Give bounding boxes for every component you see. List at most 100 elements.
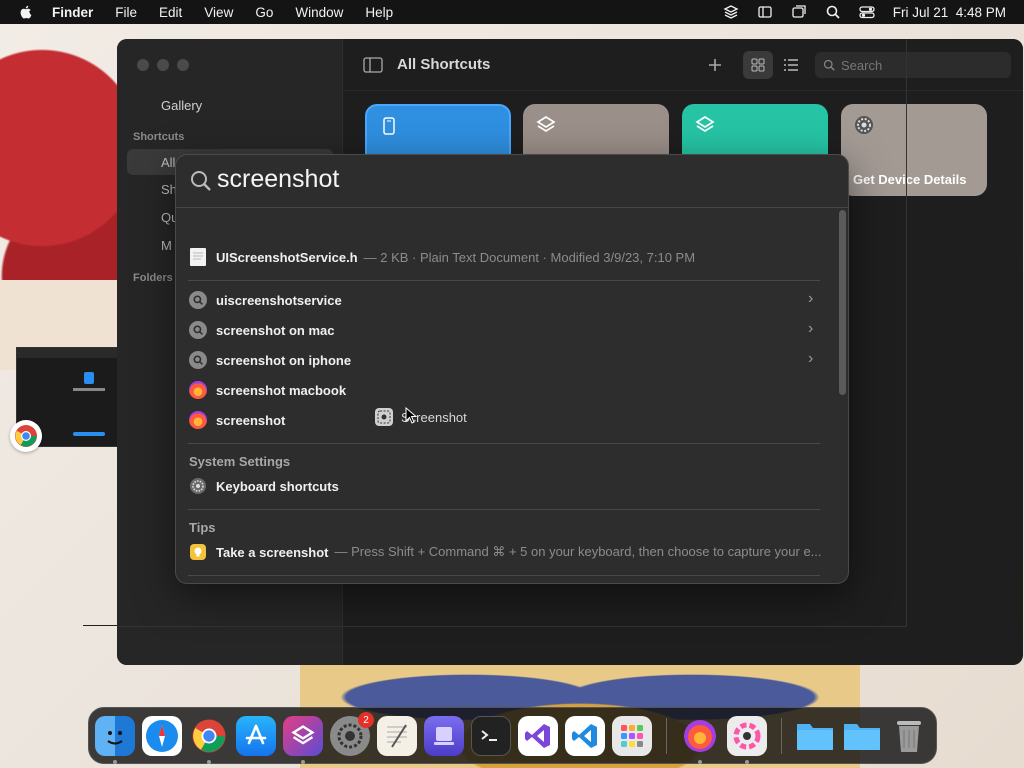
suggestion-text: screenshot on iphone: [216, 352, 352, 368]
running-indicator: [301, 760, 305, 764]
running-indicator: [698, 760, 702, 764]
shortcuts-icon: [695, 115, 715, 133]
system-setting-label: Keyboard shortcuts: [216, 478, 339, 494]
finder-icon[interactable]: [95, 716, 135, 756]
suggestion-text: screenshot on mac: [216, 322, 335, 338]
running-indicator: [745, 760, 749, 764]
grid-view-icon[interactable]: [746, 53, 770, 77]
search-icon[interactable]: [825, 4, 841, 20]
sidebar-toggle-icon[interactable]: [361, 53, 385, 77]
search-suggestion-icon: [189, 291, 207, 309]
vscode-icon[interactable]: [565, 716, 605, 756]
thumbnail-text: [73, 388, 105, 391]
dragged-item[interactable]: Screenshot: [375, 408, 467, 426]
cursor-icon: [405, 407, 417, 424]
menu-file[interactable]: File: [115, 5, 137, 20]
shortcut-card[interactable]: Get Device Details: [841, 104, 987, 196]
search-suggestion-icon: [189, 321, 207, 339]
terminal-icon[interactable]: [471, 716, 511, 756]
result-file-name: UIScreenshotService.h: [216, 249, 358, 265]
menu-app-name[interactable]: Finder: [52, 5, 93, 20]
dock-separator: [781, 718, 782, 754]
result-file[interactable]: UIScreenshotService.h — 2 KB · Plain Tex…: [188, 245, 695, 269]
divider: [83, 625, 117, 626]
scrollbar[interactable]: [839, 210, 846, 395]
launchpad-icon[interactable]: [612, 716, 652, 756]
chevron-right-icon[interactable]: ›: [808, 350, 813, 368]
spotlight-query[interactable]: screenshot: [217, 165, 339, 194]
chevron-right-icon[interactable]: ›: [808, 320, 813, 338]
section-tips: Tips: [189, 520, 216, 535]
suggestion-row[interactable]: screenshot: [188, 408, 285, 432]
suggestion-row[interactable]: uiscreenshotservice: [188, 288, 342, 312]
result-tip[interactable]: Take a screenshot — Press Shift + Comman…: [188, 540, 822, 564]
phone-icon: [383, 117, 395, 135]
spotlight-panel: screenshot UIScreenshotService.h — 2 KB …: [175, 154, 849, 584]
close-button[interactable]: [137, 59, 149, 71]
safari-icon[interactable]: [142, 716, 182, 756]
chrome-icon[interactable]: [10, 420, 42, 452]
window-controls: [137, 59, 189, 71]
list-view-icon[interactable]: [779, 53, 803, 77]
trash-icon[interactable]: [889, 716, 929, 756]
thumbnail-button: [73, 432, 105, 436]
add-icon[interactable]: [703, 53, 727, 77]
app-store-icon[interactable]: [236, 716, 276, 756]
gear-icon: [855, 116, 873, 134]
menu-bar: Finder File Edit View Go Window Help Fri…: [0, 0, 1024, 24]
firefox-icon[interactable]: [680, 716, 720, 756]
folder-icon[interactable]: [795, 716, 835, 756]
suggestion-row[interactable]: screenshot on mac: [188, 318, 335, 342]
zoom-button[interactable]: [177, 59, 189, 71]
search-icon: [823, 59, 835, 71]
suggestion-row[interactable]: screenshot on iphone: [188, 348, 351, 372]
running-indicator: [207, 760, 211, 764]
dock: [88, 707, 937, 764]
tip-detail: — Press Shift + Command ⌘ + 5 on your ke…: [334, 544, 822, 559]
suggestion-text: screenshot: [216, 412, 286, 428]
gear-icon: [188, 476, 208, 496]
thumbnail-titlebar: [17, 348, 117, 358]
chrome-icon[interactable]: [189, 716, 229, 756]
result-file-meta: — 2 KB · Plain Text Document · Modified …: [363, 249, 696, 265]
menu-view[interactable]: View: [204, 5, 233, 20]
textedit-icon[interactable]: [377, 716, 417, 756]
search-placeholder: Search: [841, 57, 883, 73]
search-icon: [191, 171, 211, 191]
menu-go[interactable]: Go: [255, 5, 273, 20]
chevron-right-icon[interactable]: ›: [808, 290, 813, 308]
windows-icon[interactable]: [791, 4, 807, 20]
sidebar-icon[interactable]: [757, 4, 773, 20]
sidebar-item-all[interactable]: All: [161, 155, 175, 170]
suggestion-text: uiscreenshotservice: [216, 292, 342, 308]
divider: [188, 575, 820, 576]
menu-window[interactable]: Window: [295, 5, 343, 20]
control-center-icon[interactable]: [859, 4, 875, 20]
sidebar-section-folders: Folders: [133, 272, 173, 284]
xcode-icon[interactable]: [424, 716, 464, 756]
spotlight-search-bar[interactable]: screenshot: [176, 155, 848, 208]
menu-clock[interactable]: Fri Jul 21 4:48 PM: [893, 5, 1006, 20]
menu-edit[interactable]: Edit: [159, 5, 182, 20]
folder-icon[interactable]: [842, 716, 882, 756]
shortcuts-icon: [536, 115, 556, 133]
apple-icon[interactable]: [18, 4, 34, 20]
visual-studio-icon[interactable]: [518, 716, 558, 756]
sidebar-item-menu[interactable]: M: [161, 238, 172, 253]
suggestion-row[interactable]: screenshot macbook: [188, 378, 346, 402]
document-icon: [188, 247, 208, 267]
color-picker-icon[interactable]: [727, 716, 767, 756]
search-field[interactable]: Search: [815, 52, 1011, 78]
menu-help[interactable]: Help: [365, 5, 393, 20]
lightbulb-icon: [188, 542, 208, 562]
search-suggestion-icon: [189, 351, 207, 369]
result-system-setting[interactable]: Keyboard shortcuts: [188, 474, 339, 498]
shortcut-card-label: Get Device Details: [853, 172, 967, 187]
section-system-settings: System Settings: [189, 454, 291, 469]
screenshot-app-icon: [375, 408, 393, 426]
sidebar-item-gallery[interactable]: Gallery: [161, 98, 202, 113]
minimize-button[interactable]: [157, 59, 169, 71]
shortcuts-icon[interactable]: [283, 716, 323, 756]
layers-icon[interactable]: [723, 4, 739, 20]
divider: [188, 280, 820, 281]
